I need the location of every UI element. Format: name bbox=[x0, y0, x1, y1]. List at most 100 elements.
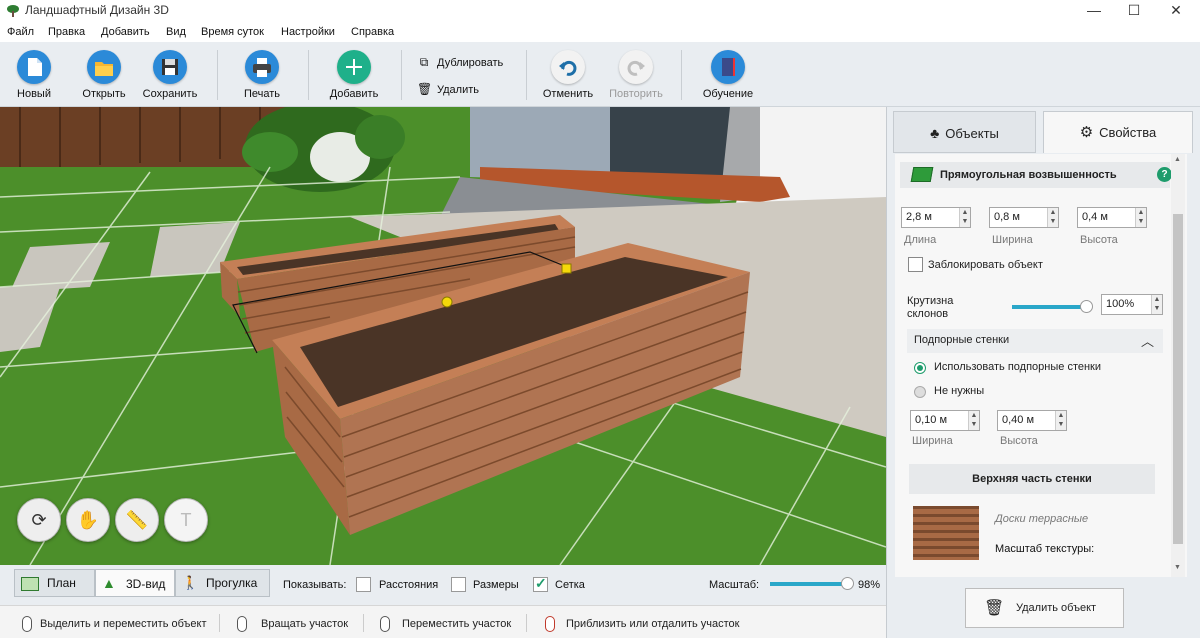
retaining-walls-section[interactable]: Подпорные стенки ︿ bbox=[907, 329, 1163, 353]
duplicate-button[interactable]: ⧉ Дублировать bbox=[417, 55, 504, 73]
folder-icon bbox=[87, 50, 121, 84]
wall-width-input[interactable]: 0,10 м ▲ ▼ bbox=[910, 410, 980, 431]
gear-icon: ⚙ bbox=[1079, 124, 1094, 141]
scale-value: 98% bbox=[858, 579, 881, 591]
tab-objects[interactable]: ♣ Объекты bbox=[893, 111, 1036, 153]
top-wall-section: Верхняя часть стенки bbox=[909, 464, 1155, 494]
scroll-thumb[interactable] bbox=[1173, 214, 1183, 544]
lock-label: Заблокировать объект bbox=[928, 259, 1043, 271]
menu-edit[interactable]: Правка bbox=[48, 26, 85, 38]
slope-label: Крутизна склонов bbox=[907, 295, 953, 321]
distances-label: Расстояния bbox=[379, 579, 439, 591]
save-button[interactable]: Сохранить bbox=[134, 45, 206, 105]
delete-object-label: Удалить объект bbox=[1016, 602, 1097, 614]
text-tool-button[interactable]: T bbox=[164, 498, 208, 542]
open-button[interactable]: Открыть bbox=[68, 45, 140, 105]
menu-file[interactable]: Файл bbox=[7, 26, 34, 38]
delete-button[interactable]: 🗑 Удалить bbox=[417, 82, 479, 100]
height-stepper[interactable]: ▲ ▼ bbox=[1135, 208, 1146, 227]
distances-checkbox[interactable] bbox=[356, 577, 371, 592]
pan-hand-button[interactable]: ✋ bbox=[66, 498, 110, 542]
3d-view-icon: ▲ bbox=[102, 575, 116, 591]
panel-scrollbar[interactable]: ▲ ▼ bbox=[1171, 154, 1185, 577]
save-label: Сохранить bbox=[142, 88, 198, 100]
wall-width-value: 0,10 м bbox=[915, 414, 948, 426]
scroll-up-arrow[interactable]: ▲ bbox=[1174, 156, 1181, 163]
lock-checkbox[interactable] bbox=[908, 257, 923, 272]
length-value: 2,8 м bbox=[906, 211, 932, 223]
delete-object-button[interactable]: 🗑 Удалить объект bbox=[965, 588, 1124, 628]
menu-view[interactable]: Вид bbox=[166, 26, 186, 38]
book-icon bbox=[711, 50, 745, 84]
undo-button[interactable]: Отменить bbox=[532, 45, 604, 105]
width-value: 0,8 м bbox=[994, 211, 1020, 223]
menu-add[interactable]: Добавить bbox=[101, 26, 150, 38]
ruler-button[interactable]: 📏 bbox=[115, 498, 159, 542]
menu-time-of-day[interactable]: Время суток bbox=[201, 26, 264, 38]
hand-icon: ✋ bbox=[76, 510, 100, 530]
plus-icon bbox=[337, 50, 371, 84]
minimize-button[interactable]: — bbox=[1074, 0, 1114, 22]
tab-objects-label: Объекты bbox=[945, 126, 999, 141]
raised-bed-icon bbox=[910, 167, 934, 182]
wall-width-stepper[interactable]: ▲ ▼ bbox=[968, 411, 979, 430]
object-header: Прямоугольная возвышенность ? bbox=[900, 162, 1172, 188]
height-label: Высота bbox=[1080, 234, 1118, 246]
print-button[interactable]: Печать bbox=[226, 45, 298, 105]
new-button[interactable]: Новый bbox=[0, 45, 70, 105]
maximize-button[interactable]: ☐ bbox=[1114, 0, 1154, 22]
width-input[interactable]: 0,8 м ▲ ▼ bbox=[989, 207, 1059, 228]
length-input[interactable]: 2,8 м ▲ ▼ bbox=[901, 207, 971, 228]
scale-slider-track[interactable] bbox=[770, 577, 854, 590]
mouse-middle-click-icon bbox=[380, 616, 390, 632]
texture-scale-label: Масштаб текстуры: bbox=[995, 543, 1095, 555]
menu-settings[interactable]: Настройки bbox=[281, 26, 335, 38]
hint-rotate: Вращать участок bbox=[261, 618, 349, 630]
slope-stepper[interactable]: ▲ ▼ bbox=[1151, 295, 1162, 314]
undo-icon bbox=[551, 50, 585, 84]
redo-button[interactable]: Повторить bbox=[600, 45, 672, 105]
orbit-icon: ⟳ bbox=[31, 510, 47, 530]
3d-view-button[interactable]: ▲ 3D-вид bbox=[95, 569, 175, 597]
mouse-right-click-icon bbox=[237, 616, 247, 632]
length-stepper[interactable]: ▲ ▼ bbox=[959, 208, 970, 227]
grid-label: Сетка bbox=[555, 579, 585, 591]
no-walls-radio[interactable] bbox=[914, 386, 926, 398]
plan-view-button[interactable]: План bbox=[14, 569, 95, 597]
wood-texture-swatch[interactable] bbox=[913, 506, 979, 560]
close-button[interactable]: ✕ bbox=[1156, 0, 1196, 22]
help-icon[interactable]: ? bbox=[1157, 167, 1172, 182]
undo-label: Отменить bbox=[542, 88, 594, 100]
menu-help[interactable]: Справка bbox=[351, 26, 394, 38]
height-input[interactable]: 0,4 м ▲ ▼ bbox=[1077, 207, 1147, 228]
orbit-button[interactable]: ⟳ bbox=[17, 498, 61, 542]
wall-height-input[interactable]: 0,40 м ▲ ▼ bbox=[997, 410, 1067, 431]
texture-name: Доски террасные bbox=[995, 513, 1089, 525]
chevron-up-icon[interactable]: ︿ bbox=[1141, 331, 1154, 350]
trash-icon: 🗑 bbox=[417, 82, 433, 96]
grid-checkbox[interactable] bbox=[533, 575, 548, 592]
sizes-checkbox[interactable] bbox=[451, 577, 466, 592]
plan-icon bbox=[21, 576, 39, 591]
slope-label-line-1: Крутизна bbox=[907, 295, 954, 307]
add-button[interactable]: Добавить bbox=[318, 45, 390, 105]
hint-select-move: Выделить и переместить объект bbox=[40, 618, 207, 630]
width-stepper[interactable]: ▲ ▼ bbox=[1047, 208, 1058, 227]
learn-button[interactable]: Обучение bbox=[692, 45, 764, 105]
add-label: Добавить bbox=[329, 88, 379, 100]
scroll-down-arrow[interactable]: ▼ bbox=[1174, 564, 1181, 571]
slope-input[interactable]: 100% ▲ ▼ bbox=[1101, 294, 1163, 315]
slope-slider-track[interactable] bbox=[1012, 300, 1093, 313]
tab-properties[interactable]: ⚙ Свойства bbox=[1043, 111, 1193, 153]
3d-viewport[interactable] bbox=[0, 107, 886, 565]
no-walls-label: Не нужны bbox=[934, 385, 985, 397]
garden-scene bbox=[0, 107, 886, 565]
printer-icon bbox=[245, 50, 279, 84]
slope-slider-thumb[interactable] bbox=[1080, 300, 1093, 313]
use-walls-radio[interactable] bbox=[914, 362, 926, 374]
scale-slider-thumb[interactable] bbox=[841, 577, 854, 590]
app-logo-icon bbox=[6, 4, 20, 18]
walk-button[interactable]: 🚶 Прогулка bbox=[175, 569, 270, 597]
wall-height-stepper[interactable]: ▲ ▼ bbox=[1055, 411, 1066, 430]
wall-height-value: 0,40 м bbox=[1002, 414, 1035, 426]
